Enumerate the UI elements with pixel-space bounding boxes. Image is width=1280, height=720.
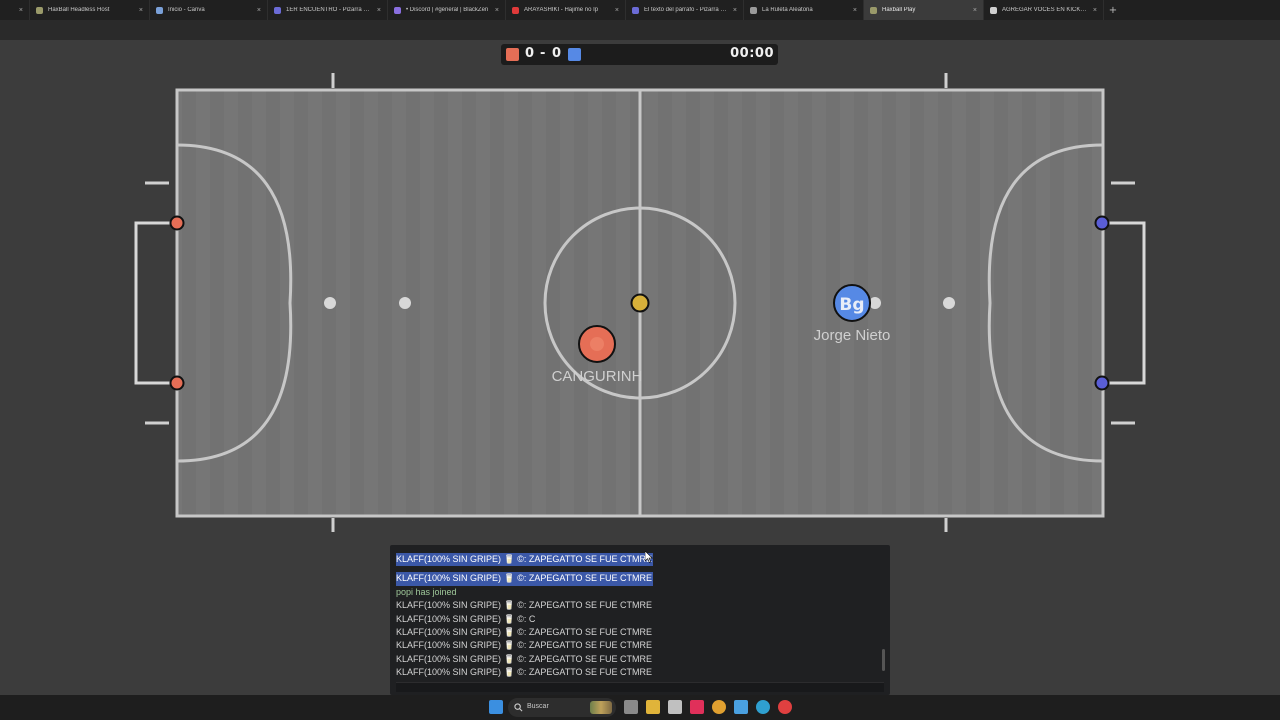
- chat-message-text: popi has joined: [396, 586, 457, 597]
- right-goal-post: [1094, 375, 1110, 391]
- chat-message: KLAFF(100% SIN GRIPE) 🥛 ©: ZAPEGATTO SE …: [396, 639, 876, 652]
- right-goal-post: [1094, 215, 1110, 231]
- blue-player-name: Jorge Nieto: [813, 327, 891, 344]
- mouse-cursor-icon: [645, 551, 653, 563]
- red-player-name: CANGURINH: [551, 368, 643, 385]
- chat-message: KLAFF(100% SIN GRIPE) 🥛 ©: ZAPEGATTO SE …: [396, 653, 876, 666]
- blue-score: 0: [552, 46, 562, 61]
- chat-message-text: KLAFF(100% SIN GRIPE) 🥛 ©: ZAPEGATTO SE …: [396, 600, 653, 611]
- chat-message: KLAFF(100% SIN GRIPE) 🥛 ©: C: [396, 613, 876, 626]
- score-separator: -: [540, 46, 546, 61]
- chat-input[interactable]: [396, 682, 884, 692]
- chat-message-text: KLAFF(100% SIN GRIPE) 🥛 ©: ZAPEGATTO SE …: [396, 553, 654, 567]
- chrome-alt-icon[interactable]: [778, 700, 792, 714]
- chat-message-text: KLAFF(100% SIN GRIPE) 🥛 ©: C: [396, 613, 536, 624]
- search-label: Buscar: [527, 703, 549, 710]
- ball: [630, 293, 650, 313]
- left-goal-net: [134, 221, 177, 385]
- chat-message-text: KLAFF(100% SIN GRIPE) 🥛 ©: ZAPEGATTO SE …: [396, 667, 653, 678]
- red-score: 0: [525, 46, 535, 61]
- chat-message-text: KLAFF(100% SIN GRIPE) 🥛 ©: ZAPEGATTO SE …: [396, 627, 653, 638]
- chat-message: popi has joined: [396, 586, 876, 599]
- os-taskbar: Buscar: [0, 695, 1280, 720]
- explorer-icon[interactable]: [646, 700, 660, 714]
- chat-message: KLAFF(100% SIN GRIPE) 🥛 ©: ZAPEGATTO SE …: [396, 599, 876, 612]
- chat-scrollbar[interactable]: [882, 649, 885, 671]
- search-icon: [514, 703, 523, 712]
- windows-icon[interactable]: [489, 700, 503, 714]
- penalty-dot: [943, 297, 955, 309]
- chat-message: KLAFF(100% SIN GRIPE) 🥛 ©: ZAPEGATTO SE …: [396, 547, 876, 567]
- chat-message-text: KLAFF(100% SIN GRIPE) 🥛 ©: ZAPEGATTO SE …: [396, 653, 653, 664]
- chrome-icon[interactable]: [712, 700, 726, 714]
- blue-team-square-icon: [568, 48, 581, 61]
- chat-message-text: KLAFF(100% SIN GRIPE) 🥛 ©: ZAPEGATTO SE …: [396, 572, 654, 586]
- scoreboard: 0 - 0 00:00: [501, 44, 778, 65]
- chat-message: KLAFF(100% SIN GRIPE) 🥛 ©: ZAPEGATTO SE …: [396, 566, 876, 586]
- notepad-icon[interactable]: [734, 700, 748, 714]
- search-highlight-image: [590, 701, 612, 714]
- red-team-square-icon: [506, 48, 519, 61]
- chat-message-text: KLAFF(100% SIN GRIPE) 🥛 ©: ZAPEGATTO SE …: [396, 640, 653, 651]
- chat-log[interactable]: KLAFF(100% SIN GRIPE) 🥛 ©: ZAPEGATTO SE …: [396, 547, 876, 693]
- task-view-icon[interactable]: [624, 700, 638, 714]
- taskbar-search[interactable]: Buscar: [508, 698, 616, 717]
- right-goal-net: [1103, 221, 1146, 385]
- penalty-dot: [399, 297, 411, 309]
- chat-message: KLAFF(100% SIN GRIPE) 🥛 ©: ZAPEGATTO SE …: [396, 626, 876, 639]
- blue-player-avatar: Bg: [839, 295, 864, 315]
- left-goal-post: [169, 375, 185, 391]
- edge-icon[interactable]: [756, 700, 770, 714]
- red-player-avatar-blur: [590, 337, 604, 351]
- chat-panel[interactable]: KLAFF(100% SIN GRIPE) 🥛 ©: ZAPEGATTO SE …: [390, 545, 890, 695]
- app-icon[interactable]: [668, 700, 682, 714]
- match-clock: 00:00: [730, 46, 774, 61]
- penalty-dot: [324, 297, 336, 309]
- chat-message: KLAFF(100% SIN GRIPE) 🥛 ©: ZAPEGATTO SE …: [396, 666, 876, 679]
- tiktok-icon[interactable]: [690, 700, 704, 714]
- left-goal-post: [169, 215, 185, 231]
